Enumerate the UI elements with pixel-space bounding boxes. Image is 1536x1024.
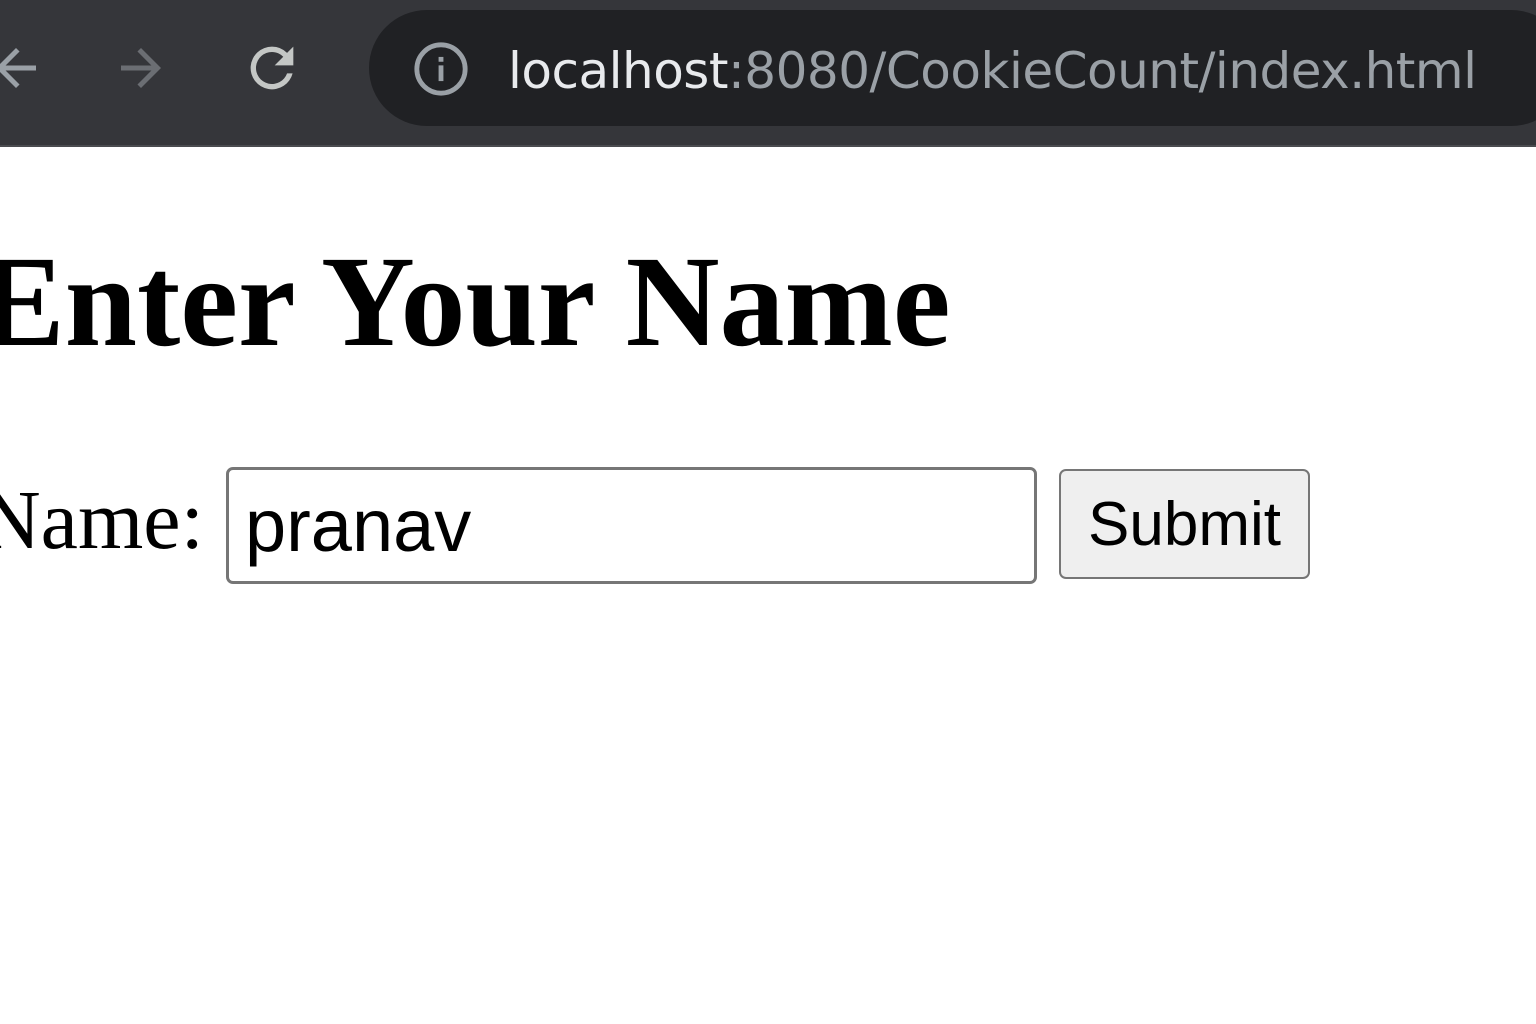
page-content: Enter Your Name Name: Submit (0, 149, 1536, 1024)
name-input[interactable] (226, 467, 1037, 584)
arrow-left-icon (0, 48, 36, 88)
name-label: Name: (0, 474, 204, 567)
address-bar[interactable]: localhost:8080/CookieCount/index.html (369, 10, 1536, 126)
url-path: :8080/CookieCount/index.html (727, 42, 1477, 100)
browser-toolbar: localhost:8080/CookieCount/index.html (0, 0, 1536, 147)
info-icon[interactable] (412, 40, 470, 98)
url-text[interactable]: localhost:8080/CookieCount/index.html (508, 36, 1477, 106)
url-host: localhost (508, 42, 728, 100)
forward-button[interactable] (103, 30, 179, 106)
page-title: Enter Your Name (0, 230, 951, 374)
reload-icon (250, 46, 294, 90)
back-button[interactable] (0, 30, 54, 106)
reload-button[interactable] (234, 30, 310, 106)
submit-button[interactable]: Submit (1059, 469, 1310, 579)
arrow-right-icon (121, 48, 161, 88)
